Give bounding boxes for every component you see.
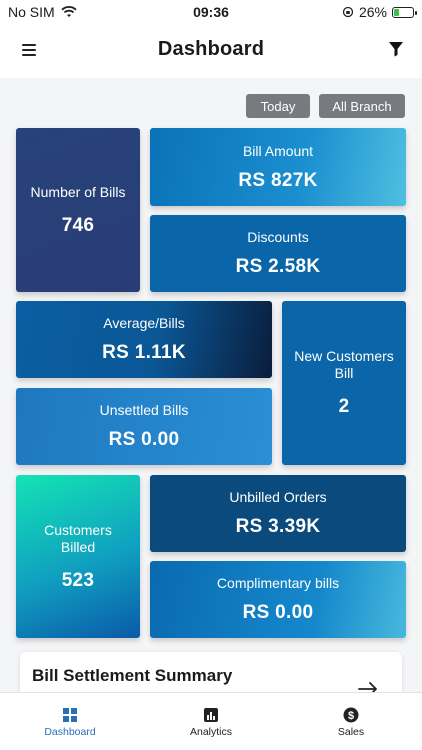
bill-amount-card[interactable]: Bill Amount RS 827K xyxy=(150,128,406,206)
nav-label: Dashboard xyxy=(44,726,96,738)
tile-label: Number of Bills xyxy=(30,183,126,200)
app-header: Dashboard xyxy=(0,24,422,78)
battery-icon xyxy=(392,6,417,18)
tile-value: RS 0.00 xyxy=(108,429,180,450)
discounts-card[interactable]: Discounts RS 2.58K xyxy=(150,215,406,292)
unbilled-orders-card[interactable]: Unbilled Orders RS 3.39K xyxy=(150,475,406,552)
chart-icon xyxy=(204,708,218,722)
orientation-lock-icon xyxy=(342,6,354,18)
tile-value: 2 xyxy=(338,396,350,417)
page-title: Dashboard xyxy=(157,38,265,60)
date-filter-button[interactable]: Today xyxy=(246,94,310,118)
tile-label: Bill Amount xyxy=(242,142,314,159)
svg-text:$: $ xyxy=(348,710,354,722)
tile-value: RS 2.58K xyxy=(235,256,321,277)
tile-label: Unsettled Bills xyxy=(99,402,189,418)
tile-label: New Customers Bill xyxy=(294,348,394,381)
number-of-bills-card[interactable]: Number of Bills 746 xyxy=(16,128,140,292)
tile-label: Discounts xyxy=(247,229,309,245)
average-bills-card[interactable]: Average/Bills RS 1.11K xyxy=(16,301,272,378)
nav-label: Analytics xyxy=(189,726,232,738)
tile-value: 523 xyxy=(61,569,95,591)
tile-label: Customers Billed xyxy=(44,521,112,555)
tile-value: RS 3.39K xyxy=(235,516,321,537)
dollar-icon: $ xyxy=(343,707,359,723)
nav-sales[interactable]: $ Sales xyxy=(301,707,401,738)
tile-value: RS 1.11K xyxy=(102,342,186,363)
status-right: 26% xyxy=(342,4,417,20)
branch-filter-button[interactable]: All Branch xyxy=(319,94,405,118)
bottom-nav: Dashboard Analytics $ Sales xyxy=(0,692,422,750)
nav-analytics[interactable]: Analytics xyxy=(161,707,261,738)
nav-label: Sales xyxy=(337,726,365,738)
tile-value: 746 xyxy=(61,214,95,236)
battery-fill xyxy=(394,8,399,16)
battery-percent: 26% xyxy=(358,4,387,20)
summary-title: Bill Settlement Summary xyxy=(32,666,233,685)
new-customers-bill-card[interactable]: New Customers Bill 2 xyxy=(282,301,406,465)
tile-value: RS 827K xyxy=(238,169,318,191)
tile-label: Complimentary bills xyxy=(216,575,340,591)
tile-value: RS 0.00 xyxy=(242,602,314,623)
unsettled-bills-card[interactable]: Unsettled Bills RS 0.00 xyxy=(16,388,272,465)
grid-icon xyxy=(63,708,77,722)
status-bar: No SIM 09:36 26% xyxy=(0,0,422,24)
customers-billed-card[interactable]: Customers Billed 523 xyxy=(16,475,140,638)
tile-label: Unbilled Orders xyxy=(229,489,327,505)
tile-label: Average/Bills xyxy=(103,315,185,331)
nav-dashboard[interactable]: Dashboard xyxy=(20,707,120,738)
filter-icon[interactable] xyxy=(388,41,404,57)
complimentary-bills-card[interactable]: Complimentary bills RS 0.00 xyxy=(150,561,406,638)
